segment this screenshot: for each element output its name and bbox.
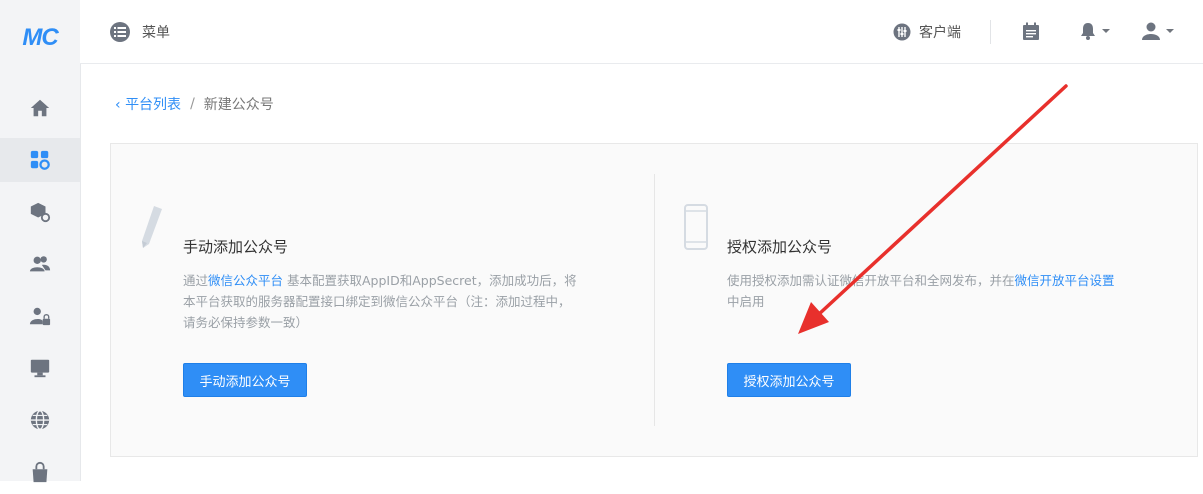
sidebar-item-monitor[interactable] — [0, 346, 80, 390]
apps-settings-icon — [30, 150, 50, 170]
user-lock-icon — [29, 307, 51, 326]
sidebar-item-web[interactable] — [0, 398, 80, 442]
auth-card-title: 授权添加公众号 — [727, 238, 833, 256]
breadcrumb: ‹ 平台列表 / 新建公众号 — [115, 94, 274, 114]
calendar-icon — [1023, 22, 1039, 40]
menu-toggle-button[interactable]: 菜单 — [110, 22, 170, 42]
sidebar-item-shop[interactable] — [0, 450, 80, 494]
breadcrumb-separator: / — [190, 96, 195, 112]
logo[interactable]: MC — [0, 24, 80, 52]
home-icon — [30, 99, 50, 117]
card-divider — [654, 174, 655, 426]
auth-card-description: 使用授权添加需认证微信开放平台和全网发布，并在微信开放平台设置 中启用 — [727, 270, 1177, 312]
client-label: 客户端 — [919, 25, 961, 41]
chevron-down-icon — [1102, 29, 1110, 33]
user-icon — [1142, 22, 1160, 40]
manual-desc-line2: 本平台获取的服务器配置接口绑定到微信公众平台（注：添加过程中， — [183, 294, 571, 309]
manual-add-button[interactable]: 手动添加公众号 — [183, 363, 307, 397]
sidebar-item-user-permissions[interactable] — [0, 294, 80, 338]
chevron-down-icon — [1166, 29, 1174, 33]
menu-label: 菜单 — [142, 25, 170, 41]
manual-desc-line3: 请务必保持参数一致） — [183, 315, 309, 330]
sidebar-item-packages[interactable] — [0, 190, 80, 234]
sidebar-item-home[interactable] — [0, 86, 80, 130]
top-header: 菜单 客户端 — [80, 0, 1203, 64]
mobile-phone-icon — [684, 204, 708, 250]
sliders-icon — [893, 23, 911, 41]
wechat-mp-link[interactable]: 微信公众平台 — [208, 273, 283, 288]
manual-card-title: 手动添加公众号 — [183, 238, 289, 256]
wechat-open-platform-link[interactable]: 微信开放平台设置 — [1015, 273, 1115, 288]
client-button[interactable]: 客户端 — [893, 22, 961, 42]
users-icon — [29, 256, 51, 272]
sidebar-item-users[interactable] — [0, 242, 80, 286]
auth-desc-line2: 中启用 — [727, 294, 765, 309]
breadcrumb-current: 新建公众号 — [203, 97, 274, 113]
auth-desc-prefix: 使用授权添加需认证微信开放平台和全网发布，并在 — [727, 273, 1015, 288]
auth-add-button[interactable]: 授权添加公众号 — [727, 363, 851, 397]
header-divider — [990, 20, 991, 44]
chevron-left-icon: ‹ — [115, 97, 126, 113]
sidebar-item-apps[interactable] — [0, 138, 80, 182]
bell-icon — [1081, 23, 1095, 40]
pencil-icon — [142, 206, 162, 248]
notifications-button[interactable] — [1080, 22, 1110, 40]
manual-desc-prefix: 通过 — [183, 273, 209, 288]
calendar-button[interactable] — [1022, 22, 1040, 41]
breadcrumb-back-link[interactable]: ‹ 平台列表 — [115, 94, 181, 114]
list-icon — [110, 22, 130, 42]
breadcrumb-back-label: 平台列表 — [125, 97, 182, 113]
monitor-icon — [30, 359, 50, 378]
globe-icon — [30, 410, 50, 430]
manual-card-description: 通过微信公众平台 基本配置获取AppID和AppSecret，添加成功后，将 本… — [183, 270, 633, 333]
add-account-panel: 手动添加公众号 通过微信公众平台 基本配置获取AppID和AppSecret，添… — [110, 143, 1198, 457]
package-settings-icon — [30, 202, 51, 223]
shopping-bag-icon — [32, 461, 48, 483]
manual-desc-line1: 基本配置获取AppID和AppSecret，添加成功后，将 — [283, 273, 577, 288]
user-menu-button[interactable] — [1142, 22, 1174, 40]
sidebar: MC — [0, 0, 81, 483]
